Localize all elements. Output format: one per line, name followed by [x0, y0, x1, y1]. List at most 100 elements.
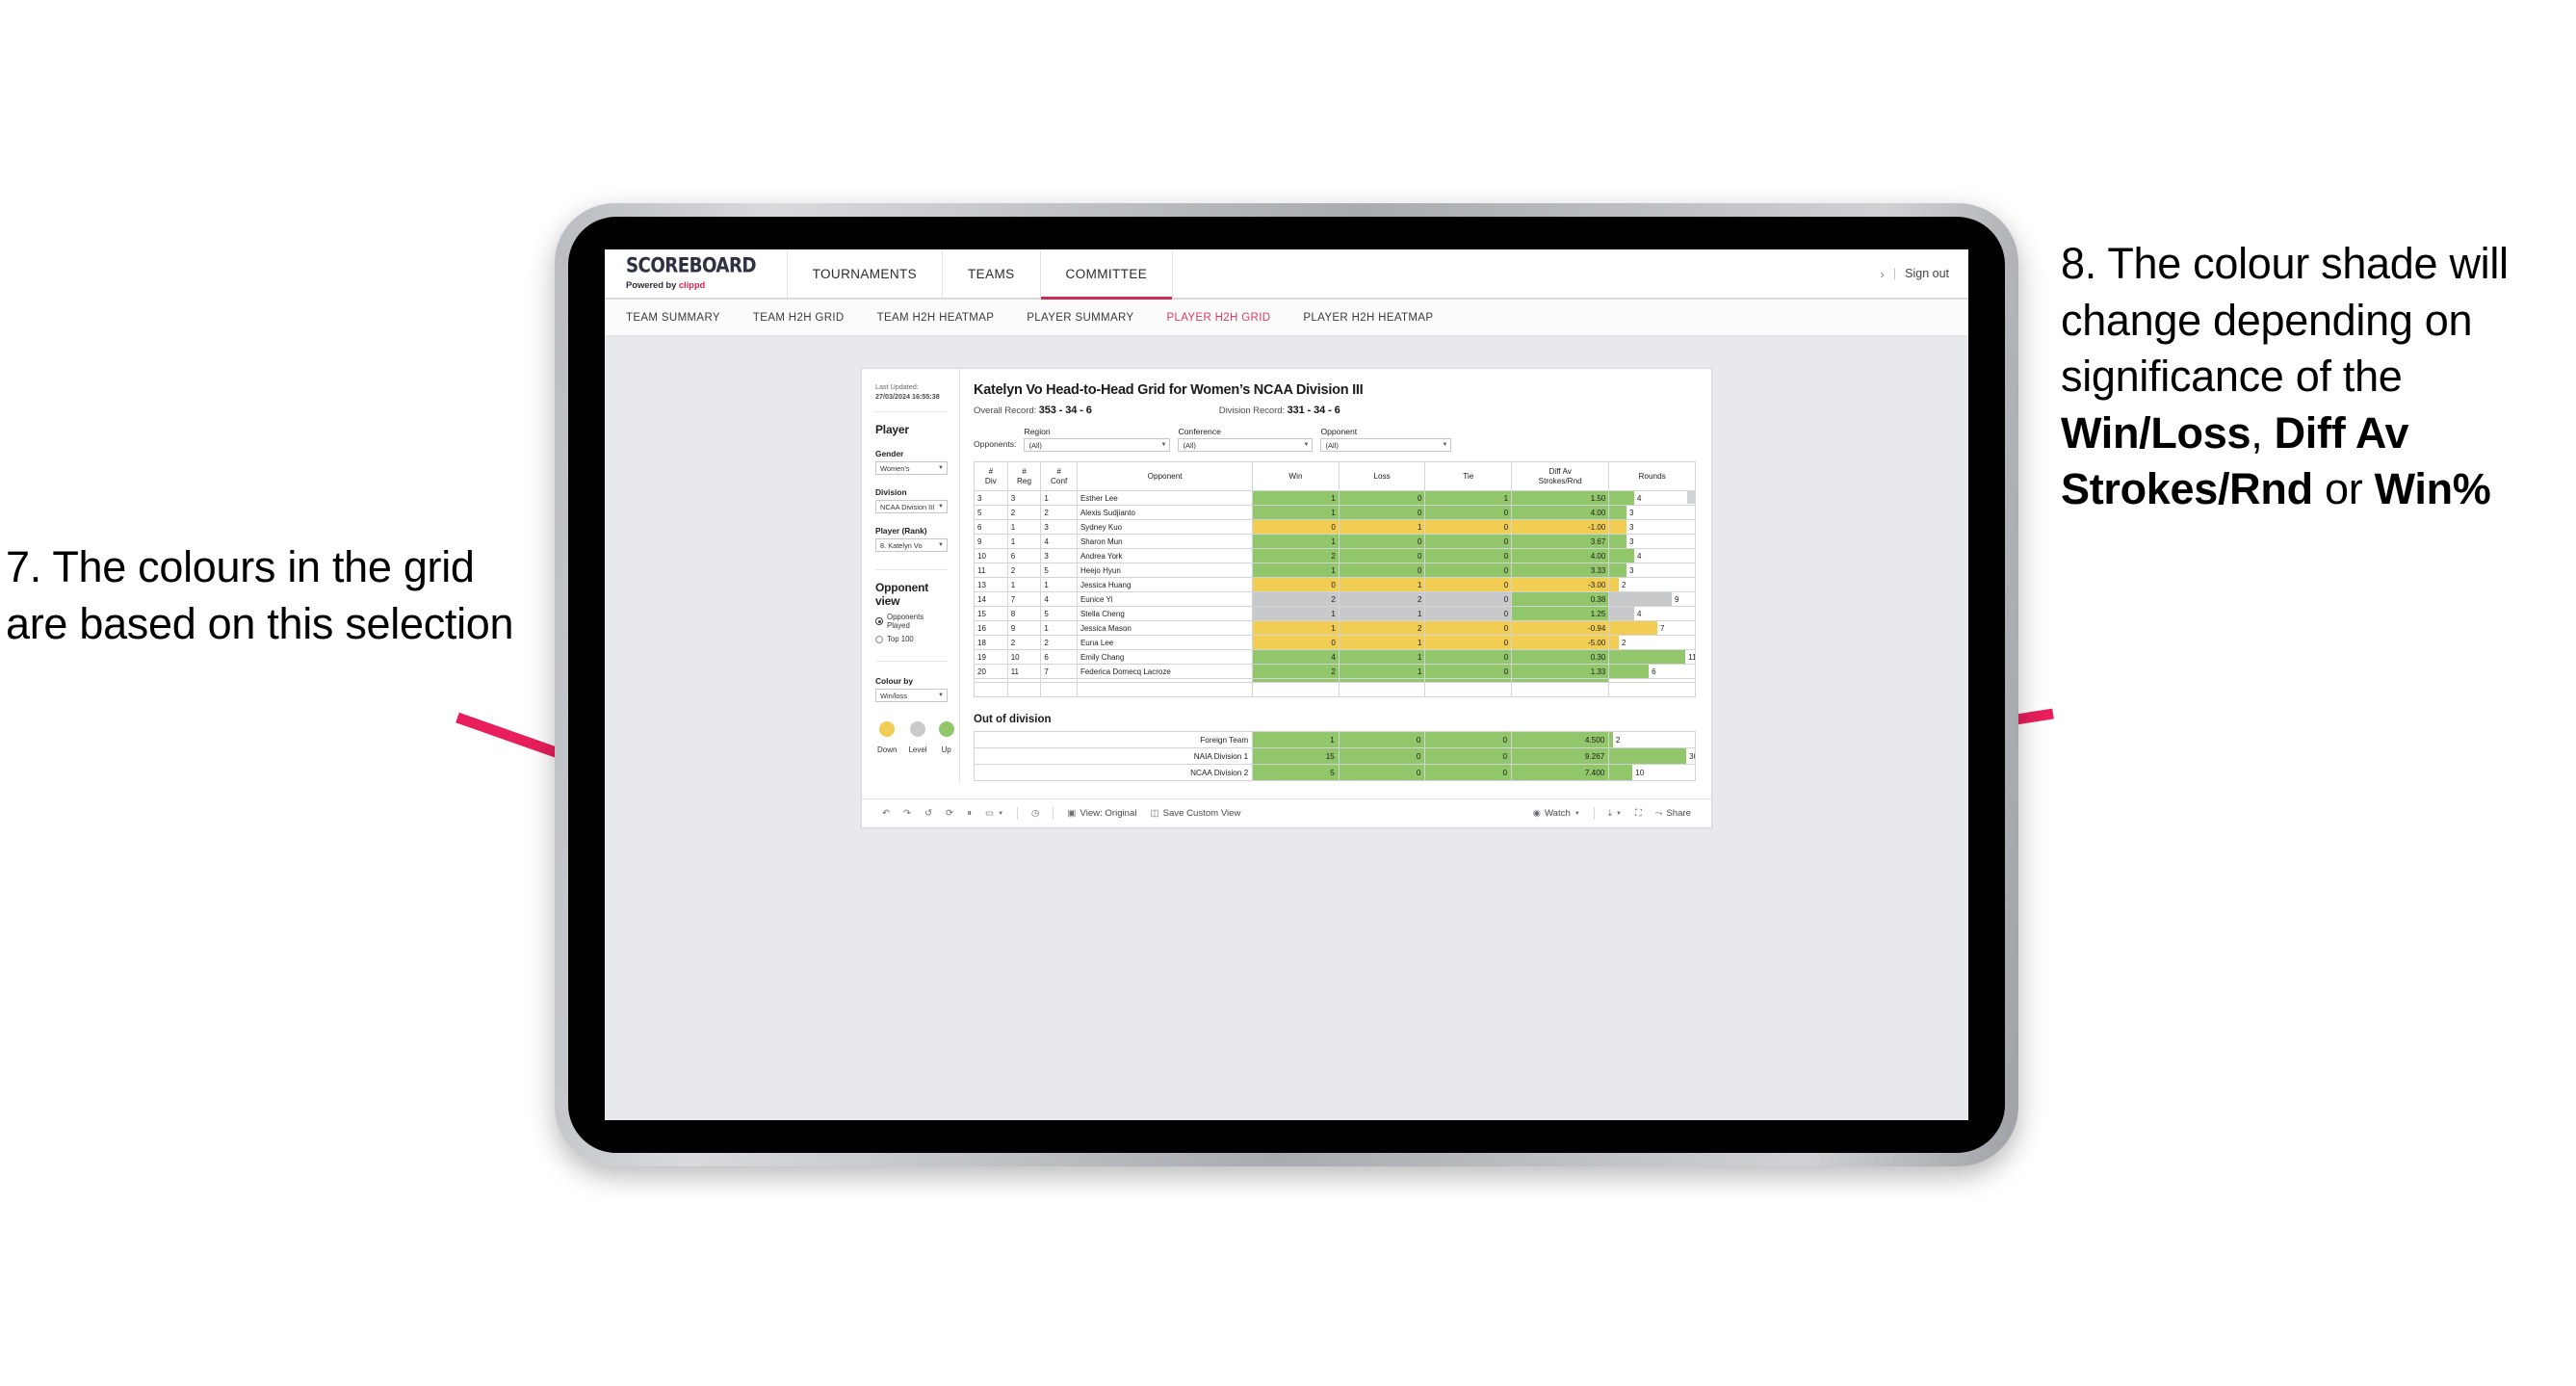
legend-item-up: Up	[938, 721, 954, 754]
opponents-label: Opponents:	[974, 439, 1017, 449]
table-empty-space	[974, 682, 1696, 697]
table-row[interactable]: 16 9 1 Jessica Mason 1 2 0 -0.94 7	[974, 620, 1696, 636]
undo-button[interactable]: ↶	[875, 799, 897, 827]
legend-item-down: Down	[877, 721, 897, 754]
table-row[interactable]: 5 2 2 Alexis Sudjianto 1 0 0 4.00 3	[974, 505, 1696, 520]
cell-rounds: 3	[1608, 534, 1696, 549]
nav-item-committee[interactable]: COMMITTEE	[1040, 249, 1174, 300]
view-original-button[interactable]: ▣ View: Original	[1060, 799, 1143, 827]
division-select[interactable]: NCAA Division III ▼	[875, 500, 948, 514]
table-row[interactable]: NAIA Division 115009.26730	[973, 747, 1696, 765]
secondary-nav: TEAM SUMMARY TEAM H2H GRID TEAM H2H HEAT…	[605, 300, 1968, 336]
history-button[interactable]: ◷	[1025, 799, 1046, 827]
table-row[interactable]: 6 1 3 Sydney Kuo 0 1 0 -1.00 3	[974, 519, 1696, 535]
cell-conf: 3	[1040, 548, 1078, 563]
pause-button[interactable]: ⏸	[960, 799, 978, 827]
cell-tie: 0	[1424, 731, 1513, 748]
col-tie: Tie	[1424, 461, 1513, 491]
table-row[interactable]: 10 6 3 Andrea York 2 0 0 4.00 4	[974, 548, 1696, 563]
filter-region-caption: Region	[1024, 427, 1051, 436]
cell-opponent: Andrea York	[1076, 548, 1254, 563]
pause-icon: ⏸	[967, 807, 972, 819]
rounds-value: 3	[1629, 536, 1634, 546]
nav-item-teams[interactable]: TEAMS	[943, 249, 1041, 298]
table-row[interactable]: 15 8 5 Stella Cheng 1 1 0 1.25 4	[974, 606, 1696, 621]
cell-diff: 4.00	[1511, 548, 1610, 563]
share-button[interactable]: ⤳ Share	[1649, 799, 1698, 827]
col-diff-l2: Strokes/Rnd	[1538, 476, 1582, 485]
save-custom-view-button[interactable]: ◫ Save Custom View	[1143, 799, 1247, 827]
subnav-item-player-h2h-heatmap[interactable]: PLAYER H2H HEATMAP	[1303, 312, 1433, 324]
radio-opponents-played[interactable]: Opponents Played	[875, 613, 948, 630]
cell-win: 2	[1252, 664, 1340, 679]
subnav-item-team-summary[interactable]: TEAM SUMMARY	[626, 312, 720, 324]
table-row[interactable]: 9 1 4 Sharon Mun 1 0 0 3.67 3	[974, 534, 1696, 549]
sign-out-link[interactable]: Sign out	[1905, 267, 1949, 280]
player-rank-value: 8. Katelyn Vo	[880, 540, 923, 550]
cell-div: 10	[974, 548, 1008, 563]
nav-item-tournaments[interactable]: TOURNAMENTS	[788, 249, 944, 298]
revert-button[interactable]: ↺	[918, 799, 939, 827]
cell-reg: 6	[1006, 548, 1042, 563]
brand-logo[interactable]: SCOREBOARD Powered by clippd	[605, 249, 788, 298]
download-button[interactable]: ⤓ ▼	[1601, 799, 1628, 827]
fullscreen-button[interactable]: ⛶	[1628, 799, 1649, 827]
col-diff-av-strokes: Diff Av Strokes/Rnd	[1511, 461, 1610, 491]
table-row[interactable]: 11 2 5 Heejo Hyun 1 0 0 3.33 3	[974, 562, 1696, 578]
watch-label: Watch	[1544, 808, 1571, 819]
application-window: SCOREBOARD Powered by clippd TOURNAMENTS…	[605, 249, 1968, 1120]
subnav-item-team-h2h-heatmap[interactable]: TEAM H2H HEATMAP	[877, 312, 995, 324]
col-conf-l2: Conf	[1051, 476, 1068, 485]
grid-scrollbar[interactable]	[1687, 490, 1696, 504]
refresh-button[interactable]: ⟳	[939, 799, 960, 827]
legend-dot-level	[910, 721, 926, 738]
highlight-button[interactable]: ▭ ▼	[978, 799, 1010, 827]
cell-reg: 11	[1006, 664, 1042, 679]
table-row[interactable]: 20 11 7 Federica Domecq Lacroze 2 1 0 1.33 6	[974, 664, 1696, 679]
cell-opponent: Euna Lee	[1076, 635, 1254, 650]
rounds-bar	[1609, 491, 1634, 505]
colour-by-label: Colour by	[875, 676, 914, 687]
table-row[interactable]: 3 3 1 Esther Lee 1 0 1 1.50 4	[974, 490, 1696, 506]
rounds-bar	[1609, 506, 1627, 519]
cell-tie: 0	[1424, 548, 1513, 563]
clock-icon: ◷	[1031, 807, 1040, 819]
filter-region-select[interactable]: (All) ▼	[1024, 438, 1171, 452]
filter-opponent-select[interactable]: (All) ▼	[1320, 438, 1452, 452]
cell-loss: 1	[1338, 519, 1426, 535]
legend-caption-level: Level	[908, 745, 927, 755]
cell-win: 4	[1252, 649, 1340, 665]
table-row[interactable]: 13 1 1 Jessica Huang 0 1 0 -3.00 2	[974, 577, 1696, 592]
page-title: Katelyn Vo Head-to-Head Grid for Women’s…	[974, 382, 1364, 398]
filter-conference-select[interactable]: (All) ▼	[1178, 438, 1314, 452]
cell-loss: 1	[1338, 664, 1426, 679]
watch-button[interactable]: ◉ Watch ▼	[1526, 799, 1587, 827]
table-row[interactable]: 18 2 2 Euna Lee 0 1 0 -5.00 2	[974, 635, 1696, 650]
subnav-item-team-h2h-grid[interactable]: TEAM H2H GRID	[753, 312, 845, 324]
cell-div: 3	[974, 490, 1008, 506]
cell-tie: 0	[1424, 591, 1513, 607]
colour-by-select[interactable]: Win/loss ▼	[875, 689, 948, 703]
player-rank-select[interactable]: 8. Katelyn Vo ▼	[875, 538, 948, 553]
table-row[interactable]: NCAA Division 2 5 0 0 7.400 10	[973, 764, 1696, 781]
filter-panel: Last Updated: 27/03/2024 16:55:38 Player…	[862, 369, 960, 783]
redo-button[interactable]: ↷	[897, 799, 918, 827]
radio-top-100[interactable]: Top 100	[875, 635, 948, 643]
caret-down-icon: ▼	[1574, 810, 1580, 817]
chevron-right-icon[interactable]: ›	[1881, 267, 1885, 281]
subnav-item-player-h2h-grid[interactable]: PLAYER H2H GRID	[1166, 312, 1270, 324]
annotation-right-mid-1: ,	[2251, 407, 2275, 458]
cell-diff: -3.00	[1511, 577, 1610, 592]
cell-conf: 6	[1040, 649, 1078, 665]
cell-opponent: Sydney Kuo	[1076, 519, 1254, 535]
rounds-value: 10	[1635, 768, 1645, 777]
table-row[interactable]: Foreign Team 1 0 0 4.500 2	[973, 731, 1696, 748]
fullscreen-icon: ⛶	[1634, 807, 1642, 819]
subnav-item-player-summary[interactable]: PLAYER SUMMARY	[1027, 312, 1133, 324]
table-row[interactable]: 19106Emily Chang4100.3011	[974, 649, 1696, 665]
revert-icon: ↺	[924, 807, 933, 819]
table-row[interactable]: 14 7 4 Eunice Yi 2 2 0 0.38 9	[974, 591, 1696, 607]
radio-icon-selected	[875, 617, 883, 626]
gender-select[interactable]: Women’s ▼	[875, 461, 948, 476]
legend-dot-up	[938, 721, 954, 738]
